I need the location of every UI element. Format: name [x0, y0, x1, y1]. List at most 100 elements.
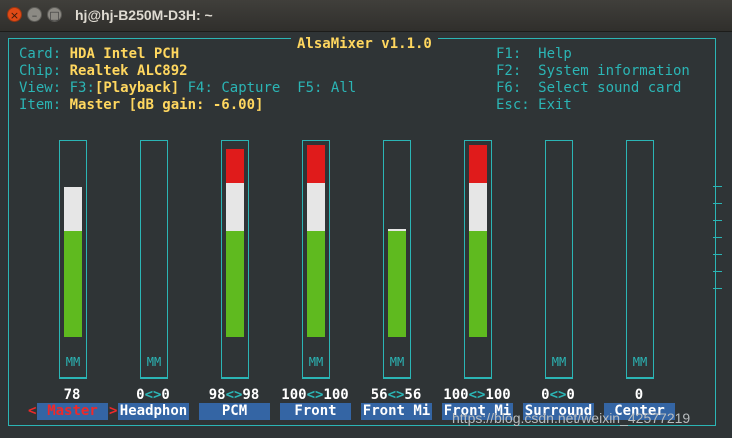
scroll-tick	[713, 237, 722, 238]
item-value: Master [dB gain: -6.00]	[69, 97, 264, 113]
volume-right: 100	[485, 387, 511, 403]
volume-slider[interactable]	[626, 140, 654, 379]
volume-slider[interactable]	[140, 140, 168, 379]
mute-toggle[interactable]: MM	[302, 346, 330, 378]
terminal-area[interactable]: AlsaMixer v1.1.0 Card: HDA Intel PCH Chi…	[0, 32, 732, 438]
volume-right: 0	[566, 387, 575, 403]
card-line: Card: HDA Intel PCH	[19, 46, 179, 62]
mute-toggle[interactable]: MM	[140, 346, 168, 378]
mute-toggle[interactable]: MM	[545, 346, 573, 378]
view-f4-capture[interactable]: F4: Capture	[188, 80, 281, 96]
mute-toggle[interactable]	[464, 346, 492, 378]
channel-name[interactable]: PCM	[199, 403, 270, 420]
help-f6[interactable]: F6: Select sound card	[496, 80, 681, 96]
volume-value: 100<>100	[437, 387, 517, 403]
volume-right: 56	[404, 387, 422, 403]
minimize-window-button[interactable]: –	[27, 7, 42, 22]
volume-left: 100	[281, 387, 307, 403]
scroll-tick	[713, 186, 722, 187]
volume-right: 0	[161, 387, 170, 403]
level-bar-high	[469, 145, 487, 184]
channel-name[interactable]: Front Mi	[361, 403, 432, 420]
volume-slider[interactable]	[383, 140, 411, 379]
volume-separator: <>	[225, 387, 243, 403]
mute-indicator: MM	[551, 355, 567, 369]
volume-value: 78	[32, 387, 112, 403]
volume-separator: <>	[468, 387, 486, 403]
view-f3[interactable]: F3:	[70, 80, 95, 96]
window-titlebar: × – □ hj@hj-B250M-D3H: ~	[0, 0, 732, 32]
volume-slider[interactable]	[59, 140, 87, 379]
chip-value: Realtek ALC892	[69, 63, 188, 79]
volume-value: 0<>0	[518, 387, 598, 403]
card-value: HDA Intel PCH	[69, 46, 180, 62]
level-bar-low	[64, 231, 82, 337]
level-bar-low	[469, 231, 487, 337]
mute-indicator: MM	[146, 355, 162, 369]
volume-separator: <>	[549, 387, 567, 403]
volume-right: 100	[323, 387, 349, 403]
view-f5-all[interactable]: F5: All	[297, 80, 356, 96]
volume-slider[interactable]	[302, 140, 330, 379]
level-bar-low	[226, 231, 244, 337]
selection-marker-left: <	[28, 403, 37, 419]
volume-left: 98	[208, 387, 226, 403]
scroll-tick	[713, 254, 722, 255]
mute-toggle[interactable]	[221, 346, 249, 378]
help-f2[interactable]: F2: System information	[496, 63, 690, 79]
view-line: View: F3:[Playback] F4: Capture F5: All	[19, 80, 356, 96]
volume-slider[interactable]	[464, 140, 492, 379]
scroll-tick	[713, 203, 722, 204]
volume-left: 0	[634, 387, 644, 403]
level-bar-high	[307, 145, 325, 184]
volume-value: 100<>100	[275, 387, 355, 403]
level-bar-mid	[307, 183, 325, 232]
channel-name[interactable]: Front	[280, 403, 351, 420]
item-line: Item: Master [dB gain: -6.00]	[19, 97, 263, 113]
volume-value: 56<>56	[356, 387, 436, 403]
level-bar-low	[388, 231, 406, 337]
level-bar-mid	[64, 187, 82, 232]
mute-indicator: MM	[308, 355, 324, 369]
volume-left: 0	[136, 387, 145, 403]
volume-value: 0	[599, 387, 679, 403]
watermark: https://blog.csdn.net/weixin_42577219	[452, 410, 691, 426]
level-bar-mid	[469, 183, 487, 232]
volume-slider[interactable]	[221, 140, 249, 379]
volume-separator: <>	[144, 387, 162, 403]
volume-left: 56	[370, 387, 388, 403]
mute-toggle[interactable]: MM	[383, 346, 411, 378]
view-label: View:	[19, 80, 62, 96]
app-title: AlsaMixer v1.1.0	[291, 36, 438, 52]
mute-indicator: MM	[65, 355, 81, 369]
chip-line: Chip: Realtek ALC892	[19, 63, 188, 79]
help-esc[interactable]: Esc: Exit	[496, 97, 572, 113]
mute-indicator: MM	[389, 355, 405, 369]
window-title: hj@hj-B250M-D3H: ~	[75, 7, 213, 23]
maximize-window-button[interactable]: □	[47, 7, 62, 22]
selection-marker-right: >	[109, 403, 118, 419]
level-bar-low	[307, 231, 325, 337]
volume-value: 0<>0	[113, 387, 193, 403]
level-bar-high	[226, 148, 244, 184]
volume-right: 98	[242, 387, 260, 403]
item-label: Item:	[19, 97, 62, 113]
mute-toggle[interactable]: MM	[59, 346, 87, 378]
help-f1[interactable]: F1: Help	[496, 46, 572, 62]
chip-label: Chip:	[19, 63, 62, 79]
volume-separator: <>	[387, 387, 405, 403]
volume-slider[interactable]	[545, 140, 573, 379]
mute-toggle[interactable]: MM	[626, 346, 654, 378]
level-bar-mid	[388, 229, 406, 232]
card-label: Card:	[19, 46, 62, 62]
channel-name[interactable]: Headphon	[118, 403, 189, 420]
volume-left: 100	[443, 387, 469, 403]
volume-separator: <>	[306, 387, 324, 403]
scroll-tick	[713, 271, 722, 272]
channel-name[interactable]: Master	[37, 403, 108, 420]
scroll-tick	[713, 288, 722, 289]
volume-left: 0	[541, 387, 550, 403]
volume-left: 78	[63, 387, 81, 403]
close-window-button[interactable]: ×	[7, 7, 22, 22]
view-playback[interactable]: [Playback]	[95, 80, 179, 96]
